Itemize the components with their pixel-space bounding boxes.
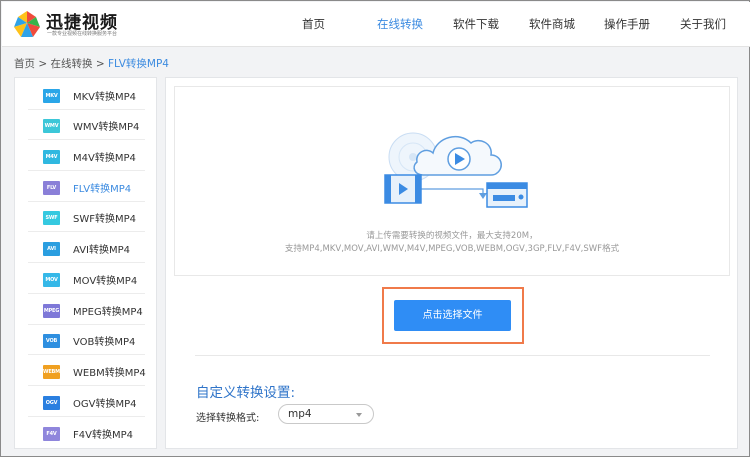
sidebar-item-label: OGV转换MP4 — [73, 399, 137, 410]
sidebar-item-label: WEBM转换MP4 — [73, 368, 146, 379]
nav-online-convert[interactable]: 在线转换 — [377, 2, 423, 47]
sidebar-item-vob[interactable]: VOB VOB转换MP4 — [28, 325, 145, 355]
chevron-down-icon — [356, 413, 362, 417]
sidebar-item-webm[interactable]: WEBM WEBM转换MP4 — [28, 356, 146, 386]
breadcrumb-online-convert[interactable]: 在线转换 — [51, 58, 93, 70]
vob-file-icon: VOB — [43, 334, 60, 348]
sidebar-item-m4v[interactable]: M4V M4V转换MP4 — [28, 141, 145, 171]
f4v-file-icon: F4V — [43, 427, 60, 441]
sidebar-item-f4v[interactable]: F4V F4V转换MP4 — [28, 418, 145, 448]
format-sidebar: MKV MKV转换MP4 WMV WMV转换MP4 M4V M4V转换MP4 F… — [14, 77, 157, 449]
sidebar-item-label: F4V转换MP4 — [73, 430, 133, 441]
brand-logo[interactable]: 迅捷视频 一款专业视频在线转换服务平台 — [12, 8, 152, 42]
settings-title: 自定义转换设置: — [196, 385, 296, 401]
nav-software-store[interactable]: 软件商城 — [529, 2, 575, 47]
webm-file-icon: WEBM — [43, 365, 60, 379]
main-panel: 请上传需要转换的视频文件，最大支持20M， 支持MP4,MKV,MOV,AVI,… — [165, 77, 738, 449]
flv-file-icon: FLV — [43, 181, 60, 195]
video-cloud-upload-icon — [384, 132, 528, 208]
top-header: 迅捷视频 一款专业视频在线转换服务平台 首页 在线转换 软件下载 软件商城 操作… — [2, 2, 750, 47]
sidebar-item-label: M4V转换MP4 — [73, 153, 136, 164]
breadcrumb-current: FLV转换MP4 — [108, 58, 169, 70]
wmv-file-icon: WMV — [43, 119, 60, 133]
ogv-file-icon: OGV — [43, 396, 60, 410]
breadcrumb-separator: > — [38, 58, 48, 70]
breadcrumb: 首页 > 在线转换 > FLV转换MP4 — [14, 56, 169, 71]
upload-hint-formats: 支持MP4,MKV,MOV,AVI,WMV,M4V,MPEG,VOB,WEBM,… — [284, 244, 620, 254]
sidebar-item-label: AVI转换MP4 — [73, 245, 131, 256]
window-frame: 迅捷视频 一款专业视频在线转换服务平台 首页 在线转换 软件下载 软件商城 操作… — [0, 0, 750, 457]
sidebar-item-label: MPEG转换MP4 — [73, 307, 143, 318]
sidebar-item-flv[interactable]: FLV FLV转换MP4 — [28, 172, 145, 202]
sidebar-item-mpeg[interactable]: MPEG MPEG转换MP4 — [28, 295, 145, 325]
swf-file-icon: SWF — [43, 211, 60, 225]
sidebar-item-label: WMV转换MP4 — [73, 122, 140, 133]
nav-manual[interactable]: 操作手册 — [604, 2, 650, 47]
m4v-file-icon: M4V — [43, 150, 60, 164]
avi-file-icon: AVI — [43, 242, 60, 256]
nav-home[interactable]: 首页 — [302, 2, 325, 47]
sidebar-item-ogv[interactable]: OGV OGV转换MP4 — [28, 387, 145, 417]
sidebar-item-label: FLV转换MP4 — [73, 184, 132, 195]
format-label: 选择转换格式: — [196, 413, 260, 424]
brand-logo-icon — [14, 11, 40, 37]
sidebar-item-wmv[interactable]: WMV WMV转换MP4 — [28, 110, 145, 140]
section-divider — [195, 355, 710, 356]
mov-file-icon: MOV — [43, 273, 60, 287]
upload-hint-size: 请上传需要转换的视频文件，最大支持20M， — [366, 231, 538, 241]
breadcrumb-separator: > — [95, 58, 105, 70]
sidebar-item-label: VOB转换MP4 — [73, 337, 136, 348]
sidebar-item-label: MOV转换MP4 — [73, 276, 138, 287]
brand-slogan: 一款专业视频在线转换服务平台 — [47, 31, 118, 37]
sidebar-item-mkv[interactable]: MKV MKV转换MP4 — [28, 80, 145, 110]
nav-software-download[interactable]: 软件下载 — [453, 2, 499, 47]
format-select[interactable]: mp4 — [278, 404, 374, 424]
sidebar-item-label: MKV转换MP4 — [73, 92, 137, 103]
sidebar-item-avi[interactable]: AVI AVI转换MP4 — [28, 233, 145, 263]
choose-file-button[interactable]: 点击选择文件 — [394, 300, 511, 331]
sidebar-item-swf[interactable]: SWF SWF转换MP4 — [28, 202, 145, 232]
sidebar-item-mov[interactable]: MOV MOV转换MP4 — [28, 264, 145, 294]
format-select-value: mp4 — [288, 408, 312, 420]
breadcrumb-home[interactable]: 首页 — [14, 58, 35, 70]
upload-drop-zone[interactable]: 请上传需要转换的视频文件，最大支持20M， 支持MP4,MKV,MOV,AVI,… — [174, 86, 730, 276]
mkv-file-icon: MKV — [43, 89, 60, 103]
nav-about-us[interactable]: 关于我们 — [680, 2, 726, 47]
sidebar-item-label: SWF转换MP4 — [73, 214, 137, 225]
mpeg-file-icon: MPEG — [43, 304, 60, 318]
